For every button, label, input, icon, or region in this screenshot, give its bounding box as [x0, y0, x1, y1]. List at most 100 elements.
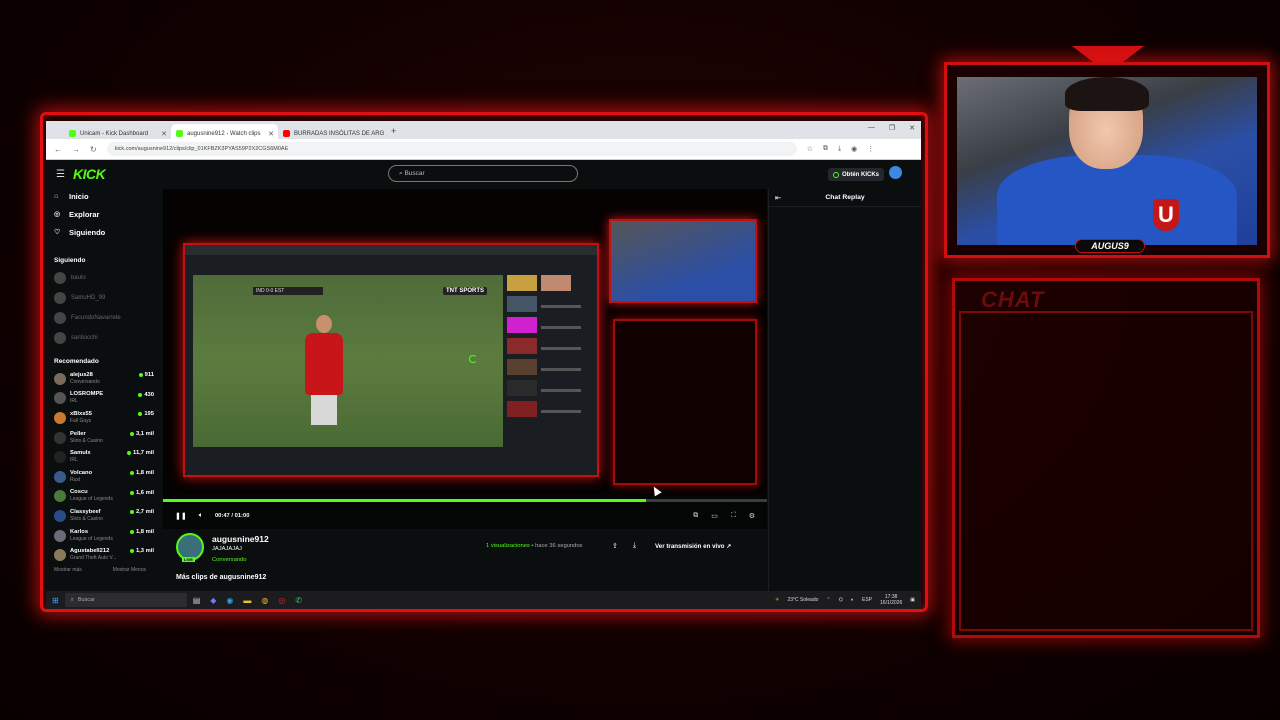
kick-top-nav: ☰ KICK ⌕ Buscar Obtén KICKs: [46, 161, 921, 187]
new-tab-button[interactable]: +: [385, 124, 402, 139]
avatar: [54, 372, 66, 385]
following-item[interactable]: baulo: [54, 268, 162, 288]
time-display: 00:47 / 01:00: [214, 513, 250, 519]
get-kicks-button[interactable]: Obtén KICKs: [828, 168, 885, 181]
close-window-icon[interactable]: ✕: [909, 124, 915, 132]
user-avatar[interactable]: [889, 166, 902, 179]
following-item[interactable]: FacundoNavarrete: [54, 308, 162, 328]
whatsapp-icon[interactable]: ✆: [295, 596, 302, 605]
speaker-icon[interactable]: 🔈︎: [851, 597, 854, 603]
volume-icon[interactable]: 🔈︎: [199, 512, 203, 520]
show-less-link[interactable]: Mostrar Menos: [113, 567, 146, 573]
viewer-count: 430: [138, 392, 154, 398]
network-icon[interactable]: ⌬: [839, 597, 843, 603]
download-icon[interactable]: ⤓: [838, 145, 841, 153]
tab-label: BURRADAS INSÓLITAS DE ARG: [294, 130, 385, 137]
task-view-icon[interactable]: ▤: [193, 596, 201, 605]
profile-icon[interactable]: ◉: [851, 145, 857, 153]
tab-watch-clips[interactable]: augusnine912 - Watch clips ✕: [171, 124, 278, 139]
share-icon[interactable]: ⇪: [612, 542, 618, 550]
back-icon[interactable]: ←: [54, 145, 62, 154]
notification-icon[interactable]: ▣: [910, 597, 915, 603]
tab-label: Unicam - Kick Dashboard: [80, 130, 149, 137]
clip-category[interactable]: Conversando: [212, 557, 246, 563]
collapse-chat-icon[interactable]: ⇤: [775, 194, 781, 202]
file-explorer-icon[interactable]: ▬: [243, 596, 251, 605]
taskbar-apps: ▤ ◆ ◉ ▬ ◍ ◎ ✆: [193, 596, 302, 605]
channel-name[interactable]: augusnine912: [212, 534, 269, 544]
avatar: [54, 549, 66, 562]
language-indicator[interactable]: ESP: [862, 597, 872, 603]
hamburger-menu-icon[interactable]: ☰: [56, 169, 65, 180]
bookmark-star-icon[interactable]: ☆: [807, 145, 813, 153]
clip-player[interactable]: IND 0-0 EST TNT SPORTS ❚❚ 🔈︎ 00:47 / 01:…: [163, 189, 767, 529]
channel-category: Fall Guys: [70, 417, 92, 424]
recommended-item[interactable]: Agustabell212 Grand Theft Auto V... 1,3 mi…: [54, 545, 162, 565]
streamed-game-frame: IND 0-0 EST TNT SPORTS: [183, 243, 599, 477]
recommended-item[interactable]: Coscu League of Legends 1,6 mil: [54, 487, 162, 507]
kick-favicon-icon: [69, 130, 76, 137]
following-item[interactable]: SamuHD_99: [54, 288, 162, 308]
theater-mode-icon[interactable]: ▭: [711, 512, 718, 520]
windows-start-icon[interactable]: ⊞: [52, 596, 59, 605]
viewer-count: 1,8 mil: [130, 470, 154, 476]
minimize-icon[interactable]: —: [868, 124, 875, 132]
copilot-icon[interactable]: ◆: [210, 596, 216, 605]
download-clip-icon[interactable]: ⤓: [633, 542, 636, 550]
sidebar-item-siguiendo[interactable]: ♡ Siguiendo: [54, 223, 162, 241]
browser-toolbar-icons: ☆ ⧉ ⤓ ◉ ⋮: [807, 145, 875, 153]
search-placeholder: Buscar: [404, 170, 425, 177]
fullscreen-icon[interactable]: ⛶: [731, 512, 736, 520]
tray-chevron-icon[interactable]: ⌃: [826, 597, 830, 603]
tab-youtube-video[interactable]: BURRADAS INSÓLITAS DE ARG ✕: [278, 124, 385, 139]
taskbar-search[interactable]: ⌕ Buscar: [64, 593, 187, 607]
search-input[interactable]: ⌕ Buscar: [388, 165, 578, 182]
following-item[interactable]: santiocchi: [54, 328, 162, 348]
recommended-item[interactable]: Classybeef Slots & Casino 2,7 mil: [54, 506, 162, 526]
obs-icon[interactable]: ◎: [278, 596, 285, 605]
channel-category: Slots & Casino: [70, 515, 103, 522]
football-pitch: IND 0-0 EST TNT SPORTS: [193, 275, 503, 447]
address-bar: ← → ↻ kick.com/augusnine912/clips/clip_0…: [46, 139, 921, 160]
views-number: 1 visualizaciones: [486, 543, 530, 549]
recommended-item[interactable]: LOSROMPE IRL 430: [54, 389, 162, 409]
pip-icon[interactable]: ⧉: [693, 512, 698, 520]
webcam-hair: [1065, 77, 1149, 111]
time-ago: • hace 36 segundos: [529, 543, 583, 549]
recommended-item[interactable]: alejus28 Conversando 911: [54, 369, 162, 389]
tab-close-icon[interactable]: ✕: [161, 130, 167, 138]
extensions-icon[interactable]: ⧉: [823, 145, 828, 153]
weather-text[interactable]: 23°C Soleado: [787, 597, 818, 603]
settings-icon[interactable]: ⚙: [749, 512, 755, 520]
watch-live-link[interactable]: Ver transmisión en vivo ↗: [655, 543, 731, 550]
reload-icon[interactable]: ↻: [90, 145, 97, 154]
recommended-item[interactable]: Samulx IRL 11,7 mil: [54, 447, 162, 467]
edge-icon[interactable]: ◉: [226, 596, 233, 605]
channel-name: Karlos: [70, 528, 89, 535]
recommended-item[interactable]: Volcano Rust 1,8 mil: [54, 467, 162, 487]
more-menu-icon[interactable]: ⋮: [867, 145, 874, 153]
maximize-icon[interactable]: ❐: [889, 124, 895, 132]
tab-kick-dashboard[interactable]: Unicam - Kick Dashboard ✕: [64, 124, 171, 139]
get-kicks-label: Obtén KICKs: [842, 171, 880, 178]
recommended-item[interactable]: Peller Slots & Casino 3,1 mil: [54, 428, 162, 448]
url-field[interactable]: kick.com/augusnine912/clips/clip_01KFBZK…: [106, 142, 797, 156]
viewer-count: 195: [138, 411, 154, 417]
recommended-item[interactable]: xBlxs55 Fall Guys 195: [54, 408, 162, 428]
pause-icon[interactable]: ❚❚: [175, 512, 187, 520]
channel-name: Classybeef: [70, 508, 101, 515]
channel-name: Coscu: [70, 489, 88, 496]
clock[interactable]: 17:38 16/1/2026: [880, 594, 902, 606]
kick-logo[interactable]: KICK: [73, 166, 106, 182]
sidebar-item-explorar[interactable]: ◎ Explorar: [54, 205, 162, 223]
show-more-link[interactable]: Mostrar más: [54, 567, 82, 573]
following-name: santiocchi: [71, 335, 98, 341]
recommended-item[interactable]: Karlos League of Legends 1,8 mil: [54, 526, 162, 546]
progress-bar[interactable]: [163, 499, 767, 502]
streamed-webcam: [609, 219, 757, 303]
sidebar-item-inicio[interactable]: ⌂ Inicio: [54, 187, 162, 205]
forward-icon[interactable]: →: [72, 145, 80, 154]
chrome-icon[interactable]: ◍: [261, 596, 268, 605]
video-frame[interactable]: IND 0-0 EST TNT SPORTS: [163, 189, 767, 495]
tab-close-icon[interactable]: ✕: [268, 130, 274, 138]
